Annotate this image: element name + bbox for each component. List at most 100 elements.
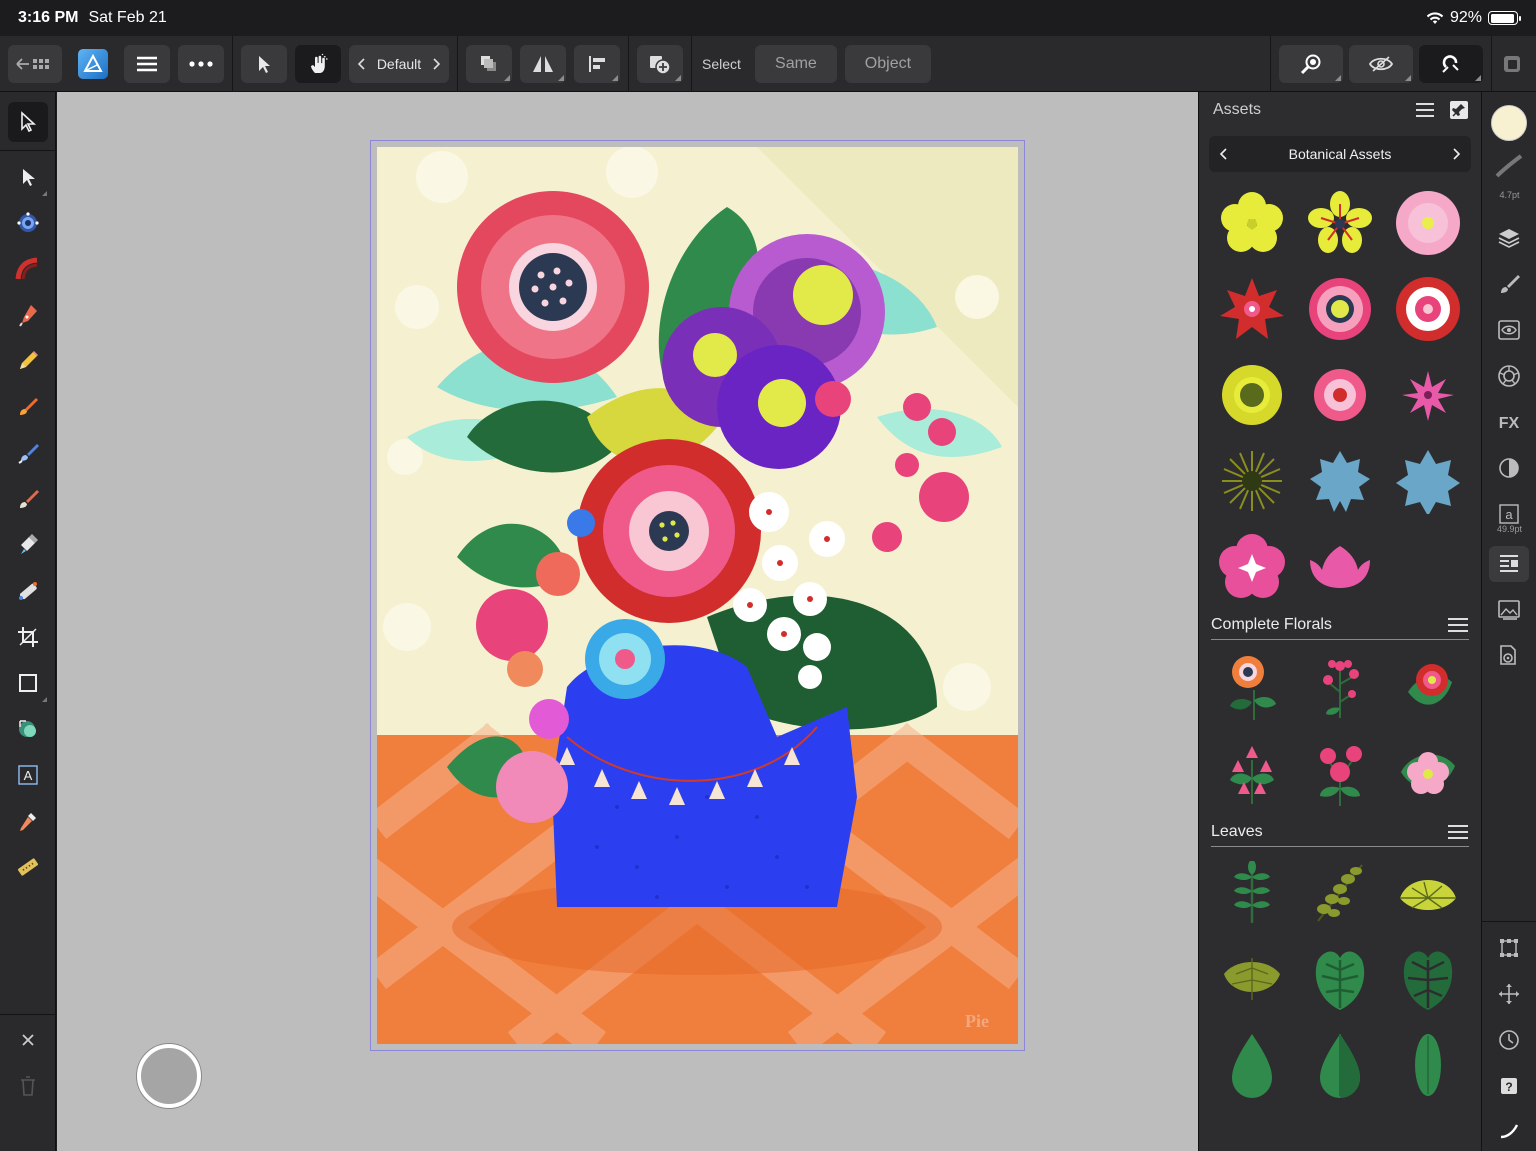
- vector-brush-tool[interactable]: [8, 387, 48, 427]
- asset-item[interactable]: [1297, 266, 1383, 352]
- brush-icon: [1501, 275, 1520, 293]
- node-tool[interactable]: [8, 157, 48, 197]
- asset-item[interactable]: [1209, 352, 1295, 438]
- text-tool[interactable]: A: [8, 755, 48, 795]
- history-button[interactable]: [1489, 1022, 1529, 1058]
- asset-item[interactable]: [1297, 850, 1383, 936]
- transparency-panel-button[interactable]: [1489, 450, 1529, 486]
- stroke-button[interactable]: [1489, 148, 1529, 184]
- corner-tool[interactable]: [8, 203, 48, 243]
- canvas-area[interactable]: Pie: [57, 92, 1198, 1151]
- asset-item[interactable]: [1297, 352, 1383, 438]
- documents-button[interactable]: [8, 44, 62, 83]
- contour-tool-icon: [15, 257, 38, 280]
- gesture-mode-button[interactable]: [295, 44, 341, 83]
- help-button[interactable]: ?: [1489, 1068, 1529, 1104]
- cancel-button[interactable]: [8, 1020, 48, 1060]
- appearance-button[interactable]: [1489, 312, 1529, 348]
- crop-tool[interactable]: [8, 617, 48, 657]
- arrange-button[interactable]: [466, 44, 512, 83]
- asset-item[interactable]: [1297, 1022, 1383, 1108]
- snapping-button[interactable]: [1419, 44, 1483, 83]
- asset-item[interactable]: [1385, 180, 1471, 266]
- layers-button[interactable]: [1489, 220, 1529, 256]
- complete-florals-header[interactable]: Complete Florals: [1211, 610, 1469, 640]
- shape-builder-tool[interactable]: [8, 709, 48, 749]
- asset-item[interactable]: [1385, 730, 1471, 816]
- asset-item[interactable]: [1385, 1108, 1471, 1151]
- artboard[interactable]: Pie: [370, 140, 1025, 1051]
- measure-tool[interactable]: [8, 847, 48, 887]
- pencil-mode-button[interactable]: [1489, 1110, 1529, 1146]
- contour-tool[interactable]: [8, 249, 48, 289]
- asset-item[interactable]: [1209, 180, 1295, 266]
- asset-item[interactable]: [1385, 438, 1471, 524]
- asset-item[interactable]: [1385, 1022, 1471, 1108]
- asset-item[interactable]: [1209, 730, 1295, 816]
- asset-item[interactable]: [1209, 1108, 1295, 1151]
- pen-tool[interactable]: [8, 295, 48, 335]
- designer-persona-button[interactable]: [70, 45, 116, 83]
- pin-icon[interactable]: [1449, 100, 1469, 120]
- asset-item[interactable]: [1297, 438, 1383, 524]
- quick-action-button[interactable]: [137, 1044, 201, 1108]
- asset-item[interactable]: [1297, 730, 1383, 816]
- asset-item[interactable]: [1297, 180, 1383, 266]
- delete-button[interactable]: [8, 1066, 48, 1106]
- asset-category-selector[interactable]: Botanical Assets: [1209, 136, 1471, 172]
- leaves-menu-icon[interactable]: [1447, 824, 1469, 840]
- asset-item[interactable]: [1209, 850, 1295, 936]
- move-tool[interactable]: [8, 102, 48, 142]
- leaves-header[interactable]: Leaves: [1211, 817, 1469, 847]
- context-toolbar-icon[interactable]: [1502, 54, 1522, 74]
- style-selector[interactable]: Default: [349, 44, 449, 83]
- fill-color-swatch[interactable]: [1491, 105, 1527, 141]
- pink-gerbera-asset: [1309, 278, 1371, 340]
- transform-button[interactable]: [1489, 930, 1529, 966]
- rectangle-tool[interactable]: [8, 663, 48, 703]
- color-button[interactable]: [1489, 358, 1529, 394]
- gradient-tool[interactable]: [8, 571, 48, 611]
- asset-item[interactable]: [1209, 936, 1295, 1022]
- asset-item[interactable]: [1385, 644, 1471, 730]
- select-object-button[interactable]: Object: [844, 44, 931, 83]
- selection-mode-button[interactable]: [241, 44, 287, 83]
- asset-item[interactable]: [1385, 266, 1471, 352]
- asset-item[interactable]: [1297, 644, 1383, 730]
- asset-item[interactable]: [1385, 850, 1471, 936]
- assets-menu-icon[interactable]: [1415, 102, 1435, 118]
- menu-button[interactable]: [124, 44, 170, 83]
- effects-button[interactable]: FX: [1489, 404, 1529, 440]
- transparency-tool[interactable]: [8, 525, 48, 565]
- export-settings-button[interactable]: [1489, 638, 1529, 674]
- asset-item[interactable]: [1209, 524, 1295, 610]
- next-category-icon[interactable]: [1451, 147, 1461, 161]
- color-picker-tool[interactable]: [8, 801, 48, 841]
- asset-item[interactable]: [1209, 1022, 1295, 1108]
- corner-tool-icon: [17, 212, 39, 232]
- zoom-button[interactable]: [1279, 44, 1343, 83]
- asset-item[interactable]: [1297, 936, 1383, 1022]
- geometry-button[interactable]: [637, 44, 683, 83]
- asset-item[interactable]: [1297, 524, 1383, 610]
- pencil-tool[interactable]: [8, 341, 48, 381]
- asset-item[interactable]: [1385, 936, 1471, 1022]
- paint-brush-tool[interactable]: [8, 479, 48, 519]
- view-mode-button[interactable]: [1349, 44, 1413, 83]
- brushes-button[interactable]: [1489, 266, 1529, 302]
- more-button[interactable]: [178, 44, 224, 83]
- asset-item[interactable]: [1209, 644, 1295, 730]
- fill-tool[interactable]: [8, 433, 48, 473]
- asset-item[interactable]: [1209, 266, 1295, 352]
- stock-button[interactable]: [1489, 592, 1529, 628]
- previous-category-icon[interactable]: [1219, 147, 1229, 161]
- navigator-button[interactable]: [1489, 976, 1529, 1012]
- asset-item[interactable]: [1297, 1108, 1383, 1151]
- select-same-button[interactable]: Same: [754, 44, 837, 83]
- asset-item[interactable]: [1385, 352, 1471, 438]
- assets-studio-button[interactable]: [1489, 546, 1529, 582]
- complete-florals-menu-icon[interactable]: [1447, 617, 1469, 633]
- align-button[interactable]: [574, 44, 620, 83]
- asset-item[interactable]: [1209, 438, 1295, 524]
- flip-button[interactable]: [520, 44, 566, 83]
